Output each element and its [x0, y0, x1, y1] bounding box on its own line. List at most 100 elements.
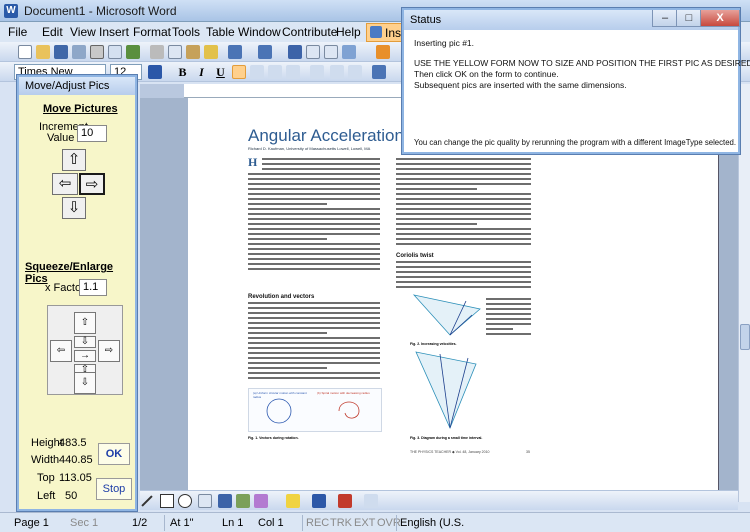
increment-value-field[interactable]: 10 [77, 125, 107, 142]
text-line [248, 362, 380, 364]
paste-icon[interactable] [186, 45, 200, 59]
move-adjust-title: Move/Adjust Pics [19, 77, 135, 95]
format-painter-icon[interactable] [204, 45, 218, 59]
status-separator [396, 515, 397, 531]
redo-icon[interactable] [258, 45, 272, 59]
hyperlink-icon[interactable] [288, 45, 302, 59]
status-line-1: Inserting pic #1. [414, 38, 475, 48]
move-down-button[interactable]: ⇩ [62, 197, 86, 219]
cut-icon[interactable] [150, 45, 164, 59]
oval-tool-icon[interactable] [178, 494, 192, 508]
line-tool-icon[interactable] [141, 495, 153, 507]
restore-button[interactable]: □ [676, 10, 702, 27]
enlarge-down-button[interactable]: ⇩ [74, 372, 96, 394]
figure-1-label-a: (a) Uniform circular motion with constan… [253, 391, 307, 399]
copy-icon[interactable] [168, 45, 182, 59]
permission-icon[interactable] [72, 45, 86, 59]
text-line [396, 163, 531, 165]
shrink-up-button[interactable]: ⇩ [74, 336, 96, 348]
status-ovr[interactable]: OVR [377, 517, 401, 529]
numbering-icon[interactable] [330, 65, 344, 79]
line-spacing-icon[interactable] [310, 65, 324, 79]
table-icon[interactable] [306, 45, 320, 59]
menu-file[interactable]: File [8, 25, 27, 39]
undo-icon[interactable] [228, 45, 242, 59]
text-line [248, 337, 380, 339]
text-line [248, 253, 380, 255]
move-left-button[interactable]: ⇦ [52, 173, 78, 195]
justify-icon[interactable] [286, 65, 300, 79]
drawing-icon[interactable] [342, 45, 356, 59]
rectangle-tool-icon[interactable] [160, 494, 174, 508]
clipart-icon[interactable] [236, 494, 250, 508]
enlarge-right-button[interactable]: ⇨ [98, 340, 120, 362]
picture-icon[interactable] [254, 494, 268, 508]
enlarge-up-button[interactable]: ⇧ [74, 312, 96, 334]
status-trk[interactable]: TRK [330, 517, 352, 529]
status-line-4: Subsequent pics are inserted with the sa… [414, 80, 627, 90]
save-icon[interactable] [54, 45, 68, 59]
minimize-button[interactable]: – [652, 10, 678, 27]
font-color-icon[interactable] [148, 65, 162, 79]
text-line [248, 312, 380, 314]
bold-button[interactable]: B [174, 64, 191, 80]
menu-help[interactable]: Help [336, 25, 361, 39]
text-line [248, 307, 380, 309]
menu-table[interactable]: Table [206, 25, 235, 39]
menu-view[interactable]: View [70, 25, 96, 39]
scrollbar-thumb[interactable] [740, 324, 750, 350]
enlarge-left-button[interactable]: ⇦ [50, 340, 72, 362]
text-line [486, 298, 531, 300]
print-icon[interactable] [90, 45, 104, 59]
text-line [248, 372, 380, 374]
document-page[interactable]: Angular Acceleration Without Richard D. … [188, 98, 718, 490]
arrow-down-icon: ⇩ [80, 377, 90, 388]
underline-button[interactable]: U [212, 64, 229, 80]
menu-edit[interactable]: Edit [42, 25, 63, 39]
menu-contribute[interactable]: Contribute [282, 25, 337, 39]
open-icon[interactable] [36, 45, 50, 59]
menu-insert[interactable]: Insert [99, 25, 129, 39]
move-right-button[interactable]: ⇨ [79, 173, 105, 195]
new-icon[interactable] [18, 45, 32, 59]
close-button[interactable]: X [700, 10, 740, 27]
ok-button[interactable]: OK [98, 443, 130, 465]
line-style-icon[interactable] [364, 494, 378, 508]
text-line [248, 228, 380, 230]
ruler-margin [140, 84, 184, 98]
drop-cap: H [248, 155, 258, 169]
line-color-icon[interactable] [312, 494, 326, 508]
print-preview-icon[interactable] [108, 45, 122, 59]
arrow-right-icon: → [80, 350, 90, 361]
text-line [248, 233, 380, 235]
align-right-icon[interactable] [268, 65, 282, 79]
spelling-icon[interactable] [126, 45, 140, 59]
align-left-icon[interactable] [232, 65, 246, 79]
styles-icon[interactable] [372, 65, 386, 79]
bullets-icon[interactable] [348, 65, 362, 79]
align-center-icon[interactable] [250, 65, 264, 79]
macro-icon[interactable] [376, 45, 390, 59]
menu-tools[interactable]: Tools [172, 25, 200, 39]
top-value: 113.05 [59, 472, 92, 484]
drawing-font-color-icon[interactable] [338, 494, 352, 508]
menu-window[interactable]: Window [238, 25, 281, 39]
wordart-icon[interactable] [218, 494, 232, 508]
document-area[interactable]: Angular Acceleration Without Richard D. … [140, 98, 738, 490]
status-ext[interactable]: EXT [354, 517, 375, 529]
stop-button[interactable]: Stop [96, 478, 132, 500]
move-up-button[interactable]: ⇧ [62, 149, 86, 171]
columns-icon[interactable] [324, 45, 338, 59]
italic-button[interactable]: I [193, 64, 210, 80]
menu-format[interactable]: Format [133, 25, 171, 39]
textbox-tool-icon[interactable] [198, 494, 212, 508]
status-rec[interactable]: REC [306, 517, 329, 529]
text-line [248, 203, 328, 205]
text-line [248, 357, 380, 359]
fill-color-icon[interactable] [286, 494, 300, 508]
text-line [486, 303, 531, 305]
x-factor-field[interactable]: 1.1 [79, 279, 107, 296]
shrink-right-button[interactable]: → [74, 350, 96, 362]
text-line [248, 188, 380, 190]
text-line [396, 158, 531, 160]
